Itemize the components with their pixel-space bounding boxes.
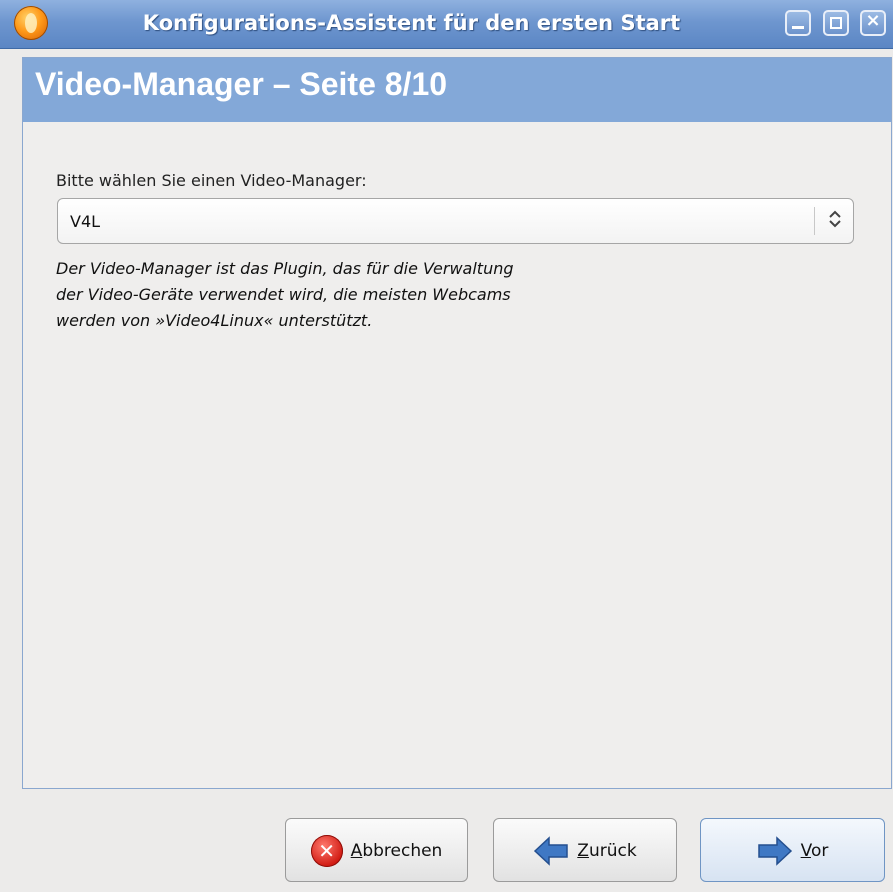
window-title: Konfigurations-Assistent für den ersten … — [142, 11, 681, 35]
page-header: Video-Manager – Seite 8/10 — [23, 58, 891, 122]
wizard-page: Video-Manager – Seite 8/10 Bitte wählen … — [22, 57, 892, 789]
page-title: Video-Manager – Seite 8/10 — [35, 66, 448, 102]
back-button[interactable]: Zurück — [493, 818, 677, 882]
video-manager-select[interactable]: V4L — [57, 198, 854, 244]
next-button-label: Vor — [800, 841, 829, 861]
close-button[interactable]: × — [860, 10, 886, 36]
cancel-button[interactable]: ✕ Abbrechen — [285, 818, 468, 882]
app-orb-icon — [14, 6, 48, 40]
back-button-label: Zurück — [577, 841, 637, 861]
close-icon: × — [865, 10, 881, 31]
minimize-button[interactable] — [785, 10, 811, 36]
video-manager-label: Bitte wählen Sie einen Video-Manager: — [56, 171, 367, 190]
arrow-left-icon — [533, 836, 569, 866]
next-button[interactable]: Vor — [700, 818, 885, 882]
updown-chevron-icon — [828, 208, 842, 234]
video-manager-description: Der Video-Manager ist das Plugin, das fü… — [56, 259, 514, 330]
video-manager-select-value: V4L — [70, 212, 101, 231]
cancel-button-label: Abbrechen — [350, 841, 443, 861]
select-divider — [814, 207, 815, 235]
window-titlebar[interactable]: Konfigurations-Assistent für den ersten … — [0, 0, 893, 49]
cancel-x-icon: ✕ — [310, 835, 343, 867]
arrow-right-icon — [757, 836, 793, 866]
maximize-button[interactable] — [823, 10, 849, 36]
